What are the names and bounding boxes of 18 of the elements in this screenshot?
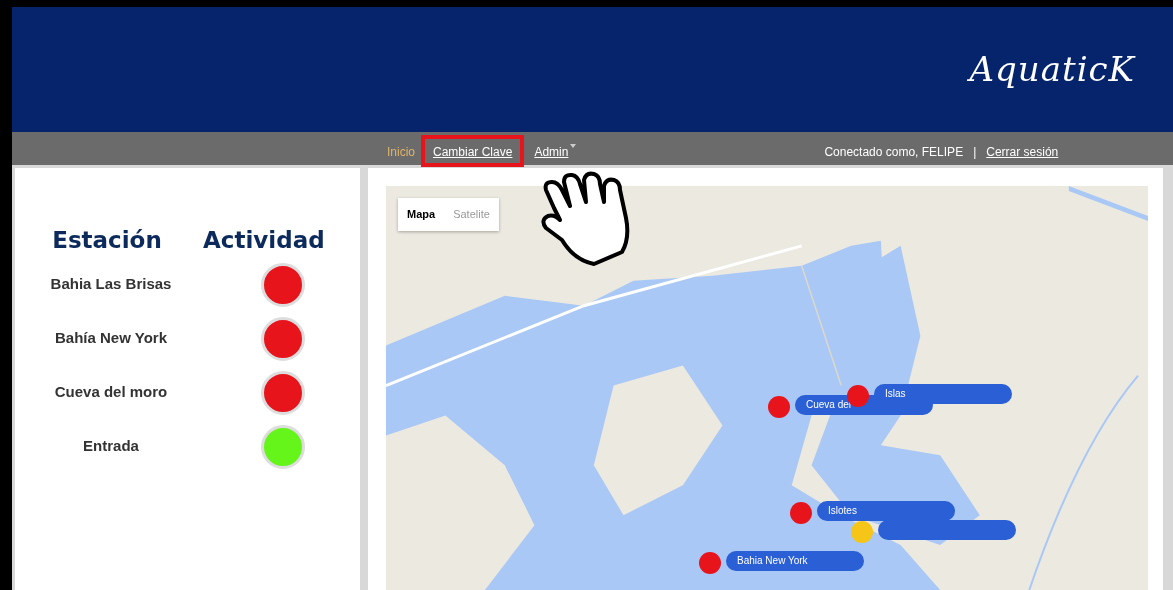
marker-label[interactable]: Bahia New York [726,551,864,571]
map-type-button[interactable]: Satelite [444,198,499,231]
station-name: Bahía New York [54,328,168,349]
user-status: Conectado como, FELIPE [824,144,964,161]
map-type-button[interactable]: Mapa [398,198,445,231]
station-name: Entrada [82,436,140,457]
logo: AquaticK [969,48,1135,91]
marker-label[interactable]: Islas [874,384,1012,404]
marker-label[interactable]: Islotes [817,501,955,521]
logout-link[interactable]: Cerrar sesión [986,143,1059,161]
column-header: Estación [51,226,163,255]
separator: | [973,144,977,161]
station-name: Cueva del moro [53,382,169,403]
nav-link[interactable]: Admin [534,143,577,161]
column-header: Actividad [203,226,325,255]
station-name: Bahia Las Brisas [49,274,173,295]
marker-label[interactable] [878,520,1016,540]
nav-link[interactable]: Cambiar Clave [433,144,513,159]
